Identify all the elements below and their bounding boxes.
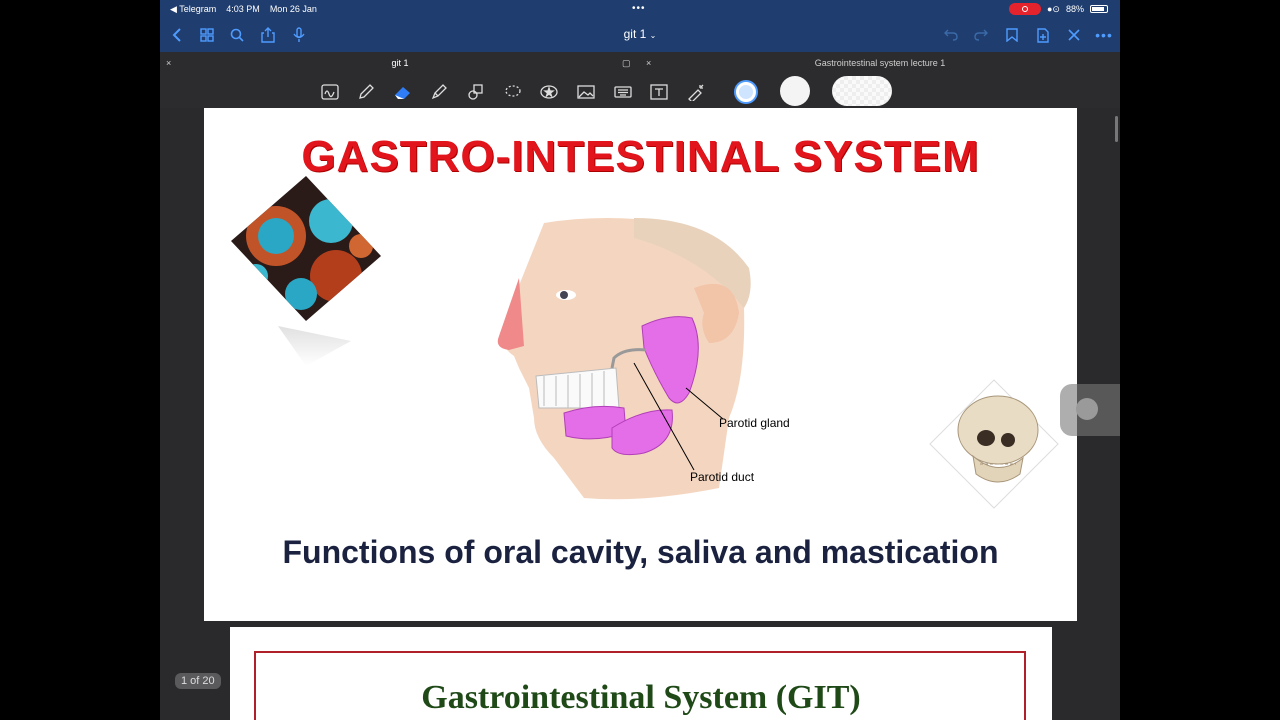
handwriting-tool-icon[interactable] (319, 81, 341, 103)
ipad-screen: ◀ Telegram 4:03 PM Mon 26 Jan ••• ●⊙ 88%… (160, 0, 1120, 720)
tab-close-icon[interactable]: × (646, 52, 651, 74)
share-icon[interactable] (259, 26, 277, 44)
slide-subtitle: Functions of oral cavity, saliva and mas… (282, 534, 999, 570)
status-date: Mon 26 Jan (269, 3, 317, 14)
tab-git-1[interactable]: git 1 (380, 52, 420, 74)
chevron-down-icon: ⌄ (649, 31, 657, 40)
parotid-duct-label: Parotid duct (690, 470, 755, 484)
shapes-tool-icon[interactable] (465, 81, 487, 103)
lasso-tool-icon[interactable] (502, 81, 524, 103)
redo-icon[interactable] (972, 26, 990, 44)
microphone-icon[interactable] (290, 26, 308, 44)
slide2-title: Gastrointestinal System (GIT) (421, 679, 861, 716)
keyboard-tool-icon[interactable] (612, 81, 634, 103)
add-page-icon[interactable] (1034, 26, 1052, 44)
cell-micrograph-image (231, 176, 381, 366)
more-icon[interactable]: ••• (1095, 26, 1113, 44)
scrollbar[interactable] (1115, 116, 1118, 142)
search-icon[interactable] (228, 26, 246, 44)
battery-percent: 88% (1065, 4, 1084, 14)
parotid-anatomy-illustration (497, 218, 751, 500)
slide-page-1: GASTRO-INTESTINAL SYSTEM Parotid gland P… (204, 108, 1077, 621)
tab-bar: × git 1 ▢ × Gastrointestinal system lect… (160, 52, 1120, 74)
document-title-menu[interactable]: git 1 ⌄ (590, 27, 690, 41)
slide-page-2: Gastrointestinal System (GIT) (230, 627, 1052, 720)
bookmark-icon[interactable] (1003, 26, 1021, 44)
tab-close-icon[interactable]: × (166, 52, 171, 74)
assistive-touch-button[interactable] (1060, 384, 1120, 436)
parotid-gland-label: Parotid gland (719, 416, 790, 430)
highlighter-tool-icon[interactable] (428, 81, 450, 103)
navigation-bar: git 1 ⌄ ••• (160, 18, 1120, 52)
back-icon[interactable] (168, 26, 186, 44)
document-title: git 1 (623, 27, 647, 41)
skull-image (929, 379, 1059, 509)
split-view-icon[interactable]: ▢ (622, 52, 631, 74)
elements-tool-icon[interactable] (538, 81, 560, 103)
color-swatch-white[interactable] (780, 76, 810, 106)
image-tool-icon[interactable] (575, 81, 597, 103)
battery-icon (1090, 5, 1108, 13)
pen-tool-icon[interactable] (355, 81, 377, 103)
undo-icon[interactable] (942, 26, 960, 44)
back-to-app[interactable]: ◀ Telegram (170, 4, 216, 15)
close-icon[interactable] (1065, 26, 1083, 44)
tab-gastrointestinal-lecture[interactable]: Gastrointestinal system lecture 1 (780, 52, 980, 74)
status-bar: ◀ Telegram 4:03 PM Mon 26 Jan ••• ●⊙ 88% (160, 0, 1120, 18)
eraser-tool-icon[interactable] (392, 81, 414, 103)
orientation-lock-icon: ●⊙ (1047, 3, 1060, 14)
multitask-dots-icon[interactable]: ••• (632, 3, 646, 14)
page-indicator: 1 of 20 (175, 673, 221, 689)
grid-view-icon[interactable] (198, 26, 216, 44)
drawing-toolbar (160, 74, 1120, 108)
color-swatch-blue[interactable] (735, 81, 757, 103)
slide-title: GASTRO-INTESTINAL SYSTEM (301, 132, 980, 181)
screen-recording-icon[interactable] (1009, 3, 1041, 15)
document-viewer[interactable]: GASTRO-INTESTINAL SYSTEM Parotid gland P… (160, 108, 1120, 720)
status-time: 4:03 PM (226, 3, 260, 14)
text-tool-icon[interactable] (648, 81, 670, 103)
laser-pointer-icon[interactable] (685, 81, 707, 103)
color-swatch-transparent[interactable] (832, 76, 892, 106)
